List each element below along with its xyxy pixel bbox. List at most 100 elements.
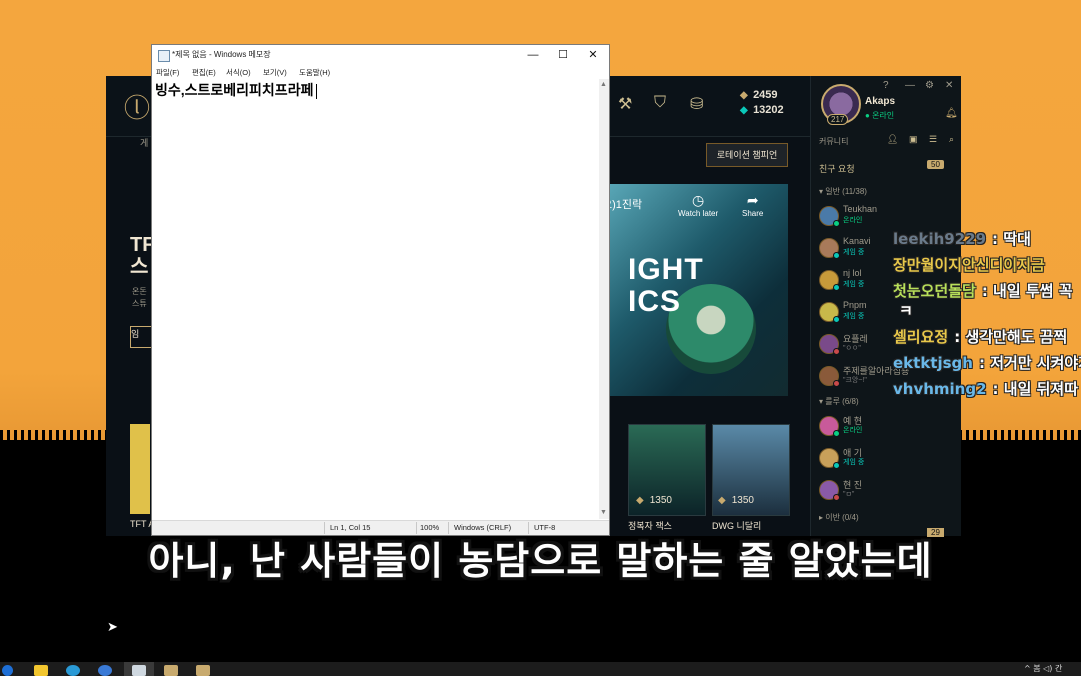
chat-text: 저거만 시켜야지 bbox=[990, 354, 1081, 372]
friend-name: Teukhan bbox=[843, 204, 878, 214]
notepad-icon bbox=[158, 50, 170, 62]
presence-dot bbox=[833, 220, 840, 227]
list-view-icon[interactable]: ☰ bbox=[929, 134, 937, 145]
notepad-taskbar-icon[interactable] bbox=[132, 665, 146, 676]
friend-item[interactable]: Pnpm 게임 중 bbox=[819, 300, 959, 328]
chat-username: 첫눈오던돌담 bbox=[893, 282, 976, 300]
community-label: 커뮤니티 bbox=[819, 137, 849, 146]
chat-username: 셀리요정 bbox=[893, 328, 949, 346]
presence-dot bbox=[833, 494, 840, 501]
close-icon[interactable]: ✕ bbox=[945, 80, 953, 91]
menu-bar: 파일(F) 편집(E) 서식(O) 보기(V) 도움말(H) bbox=[152, 65, 609, 79]
friend-status: "ㅇㅇ" bbox=[843, 345, 861, 352]
notepad-title-bar[interactable]: *제목 없음 - Windows 메모장 — ☐ ✕ bbox=[152, 45, 609, 65]
loot-icon[interactable]: ⛁ bbox=[690, 94, 703, 114]
add-friend-icon[interactable]: 👤︎ bbox=[887, 134, 898, 145]
menu-format[interactable]: 서식(O) bbox=[226, 67, 251, 78]
group-header-blue[interactable]: ▾ 를루 (6/8) bbox=[819, 396, 859, 407]
watch-later-button[interactable]: ◷ Watch later bbox=[678, 192, 718, 218]
chat-message: 셀리요정: 생각만해도 끔찍 bbox=[893, 326, 1067, 347]
share-button[interactable]: ➦ Share bbox=[742, 192, 763, 218]
rotation-champions-button[interactable]: 로테이션 챔피언 bbox=[706, 143, 788, 167]
league-taskbar-icon[interactable] bbox=[164, 665, 178, 676]
watch-later-label: Watch later bbox=[678, 209, 719, 218]
summoner-level: 217 bbox=[827, 114, 849, 125]
summoner-status-text: 온라인 bbox=[872, 111, 895, 120]
blue-essence-icon: ◆ bbox=[740, 105, 748, 116]
chat-username: 장만월이지안신디이지금 bbox=[893, 256, 1045, 274]
system-tray[interactable]: ^ 봄 ◁) 간 bbox=[1024, 663, 1062, 674]
friend-status: 게임 중 bbox=[843, 281, 865, 288]
close-button[interactable]: ✕ bbox=[578, 45, 608, 65]
text-editor[interactable]: 빙수,스트로베리피치프라페 bbox=[155, 80, 318, 100]
chat-message: ㅋ bbox=[893, 300, 913, 321]
share-label: Share bbox=[742, 209, 764, 218]
menu-file[interactable]: 파일(F) bbox=[156, 67, 179, 78]
be-value: 13202 bbox=[753, 104, 784, 116]
rp-balance[interactable]: ◆ 2459 bbox=[740, 89, 778, 101]
file-explorer-icon[interactable] bbox=[34, 665, 48, 676]
chat-separator: : bbox=[981, 282, 994, 300]
rp-icon: ◆ bbox=[718, 495, 726, 506]
chat-separator: : bbox=[992, 380, 1004, 398]
minimize-button[interactable]: — bbox=[518, 45, 548, 65]
friend-requests[interactable]: 친구 요청 bbox=[819, 162, 855, 175]
summoner-status[interactable]: ● 온라인 bbox=[865, 110, 894, 121]
video-headline-text: IGHT ICS bbox=[628, 253, 704, 318]
tab-overview[interactable]: 게 bbox=[140, 136, 148, 149]
chat-separator: : bbox=[992, 230, 1004, 248]
menu-view[interactable]: 보기(V) bbox=[263, 67, 287, 78]
notepad-window[interactable]: *제목 없음 - Windows 메모장 — ☐ ✕ 파일(F) 편집(E) 서… bbox=[151, 44, 610, 536]
group-header-general[interactable]: ▾ 일반 (11/38) bbox=[819, 186, 867, 197]
be-balance[interactable]: ◆ 13202 bbox=[740, 104, 784, 116]
menu-help[interactable]: 도움말(H) bbox=[299, 67, 330, 78]
chat-text: 내일 투썸 꼭 bbox=[993, 282, 1073, 300]
menu-edit[interactable]: 편집(E) bbox=[192, 67, 216, 78]
presence-dot bbox=[833, 316, 840, 323]
scroll-down-icon[interactable]: ▼ bbox=[600, 509, 607, 516]
start-button-icon[interactable] bbox=[2, 665, 13, 676]
crafting-icon[interactable]: ⚒ bbox=[618, 94, 632, 114]
presence-dot bbox=[833, 430, 840, 437]
tft-button[interactable]: 임 bbox=[130, 326, 152, 348]
video-headline: IGHT ICS bbox=[628, 254, 704, 318]
minimize-icon[interactable]: — bbox=[905, 80, 915, 91]
rp-icon: ◆ bbox=[740, 90, 748, 101]
presence-dot bbox=[833, 348, 840, 355]
chat-username: leekih9229 bbox=[893, 230, 987, 248]
group-header-other[interactable]: ▸ 이반 (0/4) bbox=[819, 512, 859, 523]
presence-dot bbox=[833, 284, 840, 291]
chat-username: ektktjsgh bbox=[893, 354, 973, 372]
app-icon[interactable] bbox=[98, 665, 112, 676]
search-icon[interactable]: ⌕ bbox=[949, 134, 954, 145]
add-folder-icon[interactable]: ▣ bbox=[909, 134, 918, 145]
rp-icon: ◆ bbox=[636, 495, 644, 506]
notification-bell-icon[interactable]: 🔔︎ bbox=[945, 108, 958, 119]
tft-promo-card[interactable] bbox=[130, 424, 150, 514]
chat-text: 내일 뒤져따 bbox=[1003, 380, 1079, 398]
shop-price-value: 1350 bbox=[731, 495, 754, 506]
friend-item[interactable]: 애 기 게임 중 bbox=[819, 446, 959, 474]
presence-dot bbox=[833, 462, 840, 469]
settings-gear-icon[interactable]: ⚙ bbox=[925, 80, 934, 91]
chat-message: vhvhming2: 내일 뒤져따 bbox=[893, 378, 1078, 399]
scroll-up-icon[interactable]: ▲ bbox=[600, 81, 607, 88]
help-icon[interactable]: ? bbox=[883, 80, 889, 91]
rp-value: 2459 bbox=[753, 89, 778, 101]
shop-price-value: 1350 bbox=[649, 495, 672, 506]
featured-video[interactable]: 오)1진락 ◷ Watch later ➦ Share IGHT ICS bbox=[606, 184, 788, 396]
window-title: *제목 없음 - Windows 메모장 bbox=[172, 50, 271, 59]
friend-status: 게임 중 bbox=[843, 249, 865, 256]
friend-item[interactable]: 예 현 온라인 bbox=[819, 414, 959, 442]
league-client-taskbar-icon[interactable] bbox=[196, 665, 210, 676]
summoner-name[interactable]: Akaps bbox=[865, 96, 895, 107]
friend-item[interactable]: 현 진 "ㅁ" bbox=[819, 478, 959, 506]
collection-icon[interactable]: ⛉ bbox=[654, 94, 666, 112]
friend-status: "ㅁ" bbox=[843, 491, 855, 498]
chat-separator: : bbox=[954, 328, 966, 346]
league-logo-icon[interactable]: ⓛ bbox=[124, 88, 150, 125]
edge-browser-icon[interactable] bbox=[66, 665, 80, 676]
maximize-button[interactable]: ☐ bbox=[548, 45, 578, 65]
chat-message: 장만월이지안신디이지금 bbox=[893, 254, 1051, 275]
vertical-scrollbar[interactable]: ▲ ▼ bbox=[599, 79, 609, 519]
